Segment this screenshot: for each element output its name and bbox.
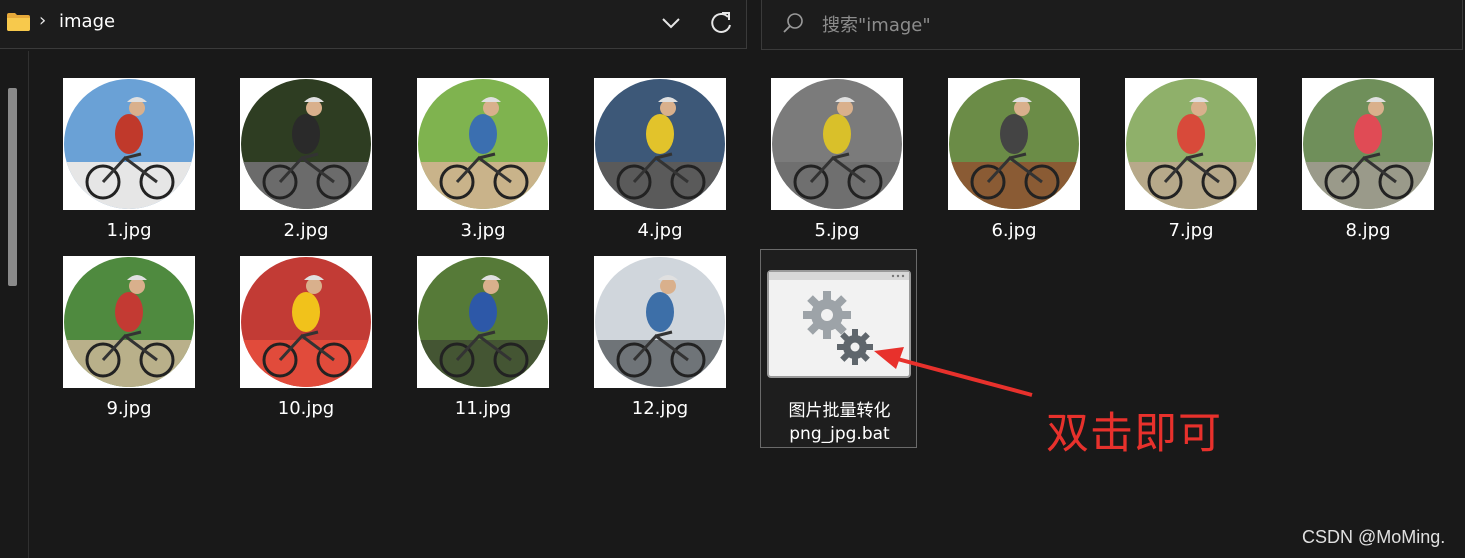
file-name: 5.jpg (814, 220, 860, 241)
address-bar[interactable]: › image (0, 0, 747, 49)
bat-file-name-line2: png_jpg.bat (789, 424, 890, 444)
folder-icon (7, 12, 30, 31)
image-thumbnail (1302, 78, 1434, 210)
image-thumbnail (240, 256, 372, 388)
image-thumbnail (63, 256, 195, 388)
file-item[interactable]: 3.jpg (400, 78, 560, 274)
file-item[interactable]: 6.jpg (931, 78, 1091, 274)
navigation-pane (0, 51, 29, 558)
file-item[interactable]: 4.jpg (577, 78, 737, 274)
file-item[interactable]: 10.jpg (223, 256, 383, 452)
file-name: 12.jpg (631, 398, 689, 419)
annotation-text: 双击即可 (1046, 409, 1222, 459)
chevron-down-icon[interactable] (657, 10, 685, 36)
search-input[interactable] (820, 11, 1424, 39)
search-box[interactable] (761, 0, 1463, 50)
image-thumbnail (771, 78, 903, 210)
file-item[interactable]: 2.jpg (223, 78, 383, 274)
image-thumbnail (948, 78, 1080, 210)
image-thumbnail (63, 78, 195, 210)
file-item[interactable]: 8.jpg (1285, 78, 1445, 274)
file-name: 7.jpg (1168, 220, 1214, 241)
red-arrow-icon (860, 335, 1040, 405)
refresh-icon[interactable] (708, 9, 734, 37)
file-name: 9.jpg (106, 398, 152, 419)
chevron-right-icon: › (39, 10, 47, 31)
file-name: 1.jpg (106, 220, 152, 241)
file-name: 2.jpg (283, 220, 329, 241)
file-item[interactable]: 1.jpg (46, 78, 206, 274)
file-name: 8.jpg (1345, 220, 1391, 241)
watermark: CSDN @MoMing. (1302, 527, 1446, 547)
file-item[interactable]: 11.jpg (400, 256, 560, 452)
file-name: 4.jpg (637, 220, 683, 241)
file-name: 10.jpg (277, 398, 335, 419)
file-name: 3.jpg (460, 220, 506, 241)
file-item[interactable]: 12.jpg (577, 256, 737, 452)
file-item[interactable]: 7.jpg (1108, 78, 1268, 274)
search-icon (782, 12, 804, 34)
breadcrumb-image[interactable]: image (59, 11, 115, 32)
image-thumbnail (240, 78, 372, 210)
file-item[interactable]: 5.jpg (754, 78, 914, 274)
bat-file-name: 图片批量转化 png_jpg.bat (761, 400, 918, 446)
image-thumbnail (417, 78, 549, 210)
image-thumbnail (1125, 78, 1257, 210)
image-thumbnail (417, 256, 549, 388)
file-name: 11.jpg (454, 398, 512, 419)
file-name: 6.jpg (991, 220, 1037, 241)
scrollbar-thumb[interactable] (8, 88, 17, 286)
toolbar: › image (0, 0, 1465, 51)
file-item[interactable]: 9.jpg (46, 256, 206, 452)
image-thumbnail (594, 256, 726, 388)
image-thumbnail (594, 78, 726, 210)
